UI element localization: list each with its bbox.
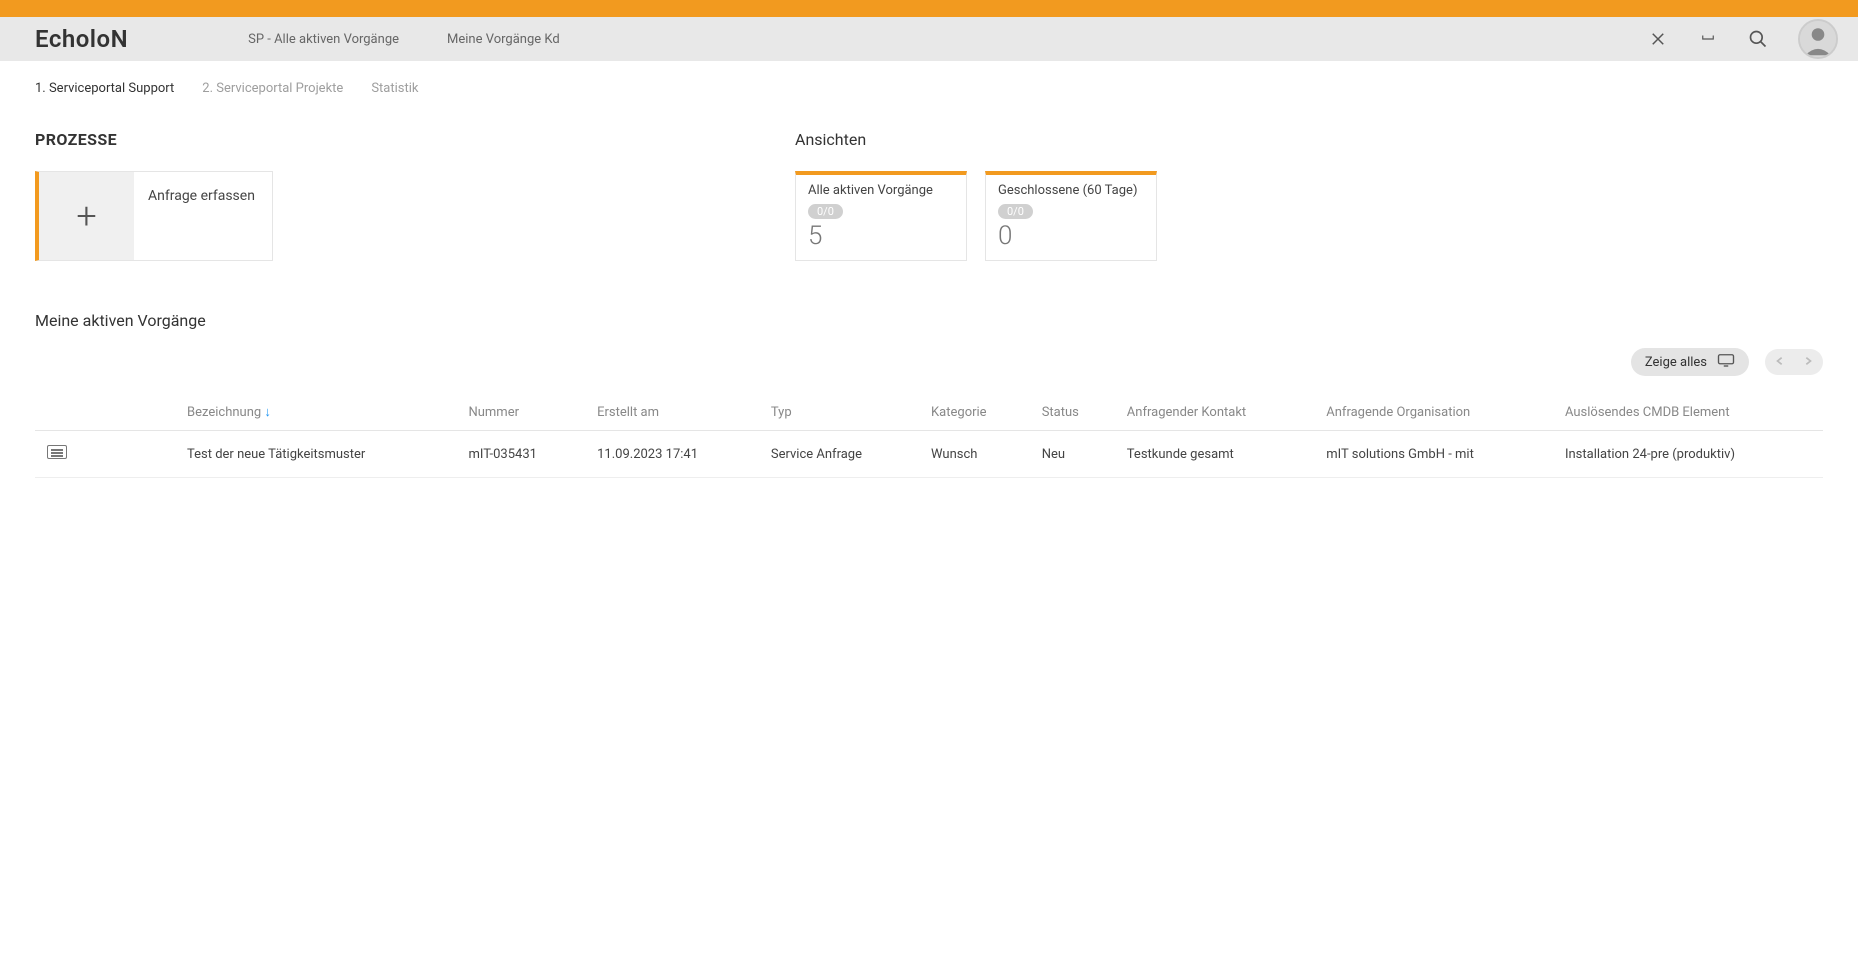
col-erstellt[interactable]: Erstellt am — [585, 394, 759, 431]
cell-kontakt: Testkunde gesamt — [1115, 431, 1314, 478]
view-card-title: Geschlossene (60 Tage) — [998, 183, 1144, 198]
col-status[interactable]: Status — [1030, 394, 1115, 431]
header-nav-item-active-cases[interactable]: SP - Alle aktiven Vorgänge — [248, 32, 399, 47]
spacebar-icon[interactable] — [1698, 29, 1718, 49]
col-org[interactable]: Anfragende Organisation — [1314, 394, 1553, 431]
cell-typ: Service Anfrage — [759, 431, 919, 478]
cell-status: Neu — [1030, 431, 1115, 478]
display-icon — [1717, 353, 1735, 371]
cell-org: mIT solutions GmbH - mit — [1314, 431, 1553, 478]
form-icon — [47, 445, 67, 459]
content-area: PROZESSE + Anfrage erfassen Ansichten Al… — [0, 112, 1858, 496]
cell-bezeichnung: Test der neue Tätigkeitsmuster — [175, 431, 456, 478]
view-card-title: Alle aktiven Vorgänge — [808, 183, 954, 198]
view-card-closed-60[interactable]: Geschlossene (60 Tage) 0/0 0 — [985, 171, 1157, 261]
pager — [1765, 349, 1823, 375]
col-kontakt[interactable]: Anfragender Kontakt — [1115, 394, 1314, 431]
process-card-anfrage-erfassen[interactable]: + Anfrage erfassen — [35, 171, 273, 261]
plus-icon: + — [39, 172, 134, 260]
process-card-label: Anfrage erfassen — [134, 172, 272, 260]
processes-title: PROZESSE — [35, 130, 755, 149]
cell-cmdb: Installation 24-pre (produktiv) — [1553, 431, 1823, 478]
search-icon[interactable] — [1748, 29, 1768, 49]
col-icon[interactable] — [35, 394, 175, 431]
pager-prev[interactable] — [1775, 354, 1785, 370]
app-logo[interactable]: EcholoN — [35, 25, 128, 53]
col-cmdb[interactable]: Auslösendes CMDB Element — [1553, 394, 1823, 431]
pager-next[interactable] — [1803, 354, 1813, 370]
accent-top-bar — [0, 0, 1858, 17]
tab-serviceportal-support[interactable]: 1. Serviceportal Support — [35, 81, 174, 96]
col-typ[interactable]: Typ — [759, 394, 919, 431]
cell-erstellt: 11.09.2023 17:41 — [585, 431, 759, 478]
table-row[interactable]: Test der neue Tätigkeitsmuster mIT-03543… — [35, 431, 1823, 478]
header: EcholoN SP - Alle aktiven Vorgänge Meine… — [0, 17, 1858, 61]
view-card-badge: 0/0 — [998, 204, 1033, 219]
table-header-row: Bezeichnung Nummer Erstellt am Typ Kateg… — [35, 394, 1823, 431]
cell-nummer: mIT-035431 — [456, 431, 585, 478]
tab-serviceportal-projekte[interactable]: 2. Serviceportal Projekte — [202, 81, 343, 96]
view-card-badge: 0/0 — [808, 204, 843, 219]
view-card-count: 5 — [808, 223, 954, 249]
col-kategorie[interactable]: Kategorie — [919, 394, 1030, 431]
view-card-count: 0 — [998, 223, 1144, 249]
cell-kategorie: Wunsch — [919, 431, 1030, 478]
views-title: Ansichten — [795, 130, 1823, 149]
col-bezeichnung[interactable]: Bezeichnung — [175, 394, 456, 431]
header-nav: SP - Alle aktiven Vorgänge Meine Vorgäng… — [248, 32, 1648, 47]
list-title: Meine aktiven Vorgänge — [35, 311, 1823, 330]
cases-table: Bezeichnung Nummer Erstellt am Typ Kateg… — [35, 394, 1823, 478]
avatar[interactable] — [1798, 19, 1838, 59]
view-card-all-active[interactable]: Alle aktiven Vorgänge 0/0 5 — [795, 171, 967, 261]
show-all-button[interactable]: Zeige alles — [1631, 348, 1749, 376]
show-all-label: Zeige alles — [1645, 355, 1707, 370]
header-nav-item-my-cases[interactable]: Meine Vorgänge Kd — [447, 32, 560, 47]
header-right — [1648, 19, 1838, 59]
tab-statistik[interactable]: Statistik — [371, 81, 418, 96]
close-icon[interactable] — [1648, 29, 1668, 49]
subnav-tabs: 1. Serviceportal Support 2. Serviceporta… — [0, 61, 1858, 112]
col-nummer[interactable]: Nummer — [456, 394, 585, 431]
